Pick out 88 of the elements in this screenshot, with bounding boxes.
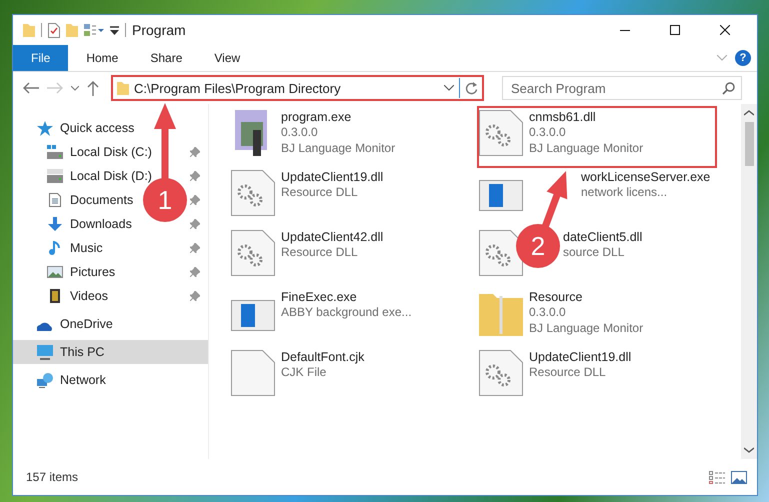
gear-file-icon[interactable] [479,110,523,156]
window-title: Program [132,22,186,38]
sidebar-item[interactable]: Pictures [70,265,116,279]
sidebar-item[interactable]: OneDrive [60,317,113,331]
sidebar-item[interactable]: Local Disk (D:) [70,169,152,183]
file-name[interactable]: Resource [529,290,644,304]
network-icon [37,372,53,388]
gear-file-icon[interactable] [231,230,275,276]
large-icons-view-icon[interactable] [731,470,747,484]
file-detail: BJ Language Monitor [529,140,644,156]
system-drive-icon [47,145,63,159]
file-detail: BJ Language Monitor [529,320,644,336]
sidebar-item[interactable]: Music [70,241,103,255]
star-icon [37,120,53,136]
ribbon-tab[interactable]: View [200,45,254,71]
gear-file-icon[interactable] [479,230,523,276]
step-number: 1 [158,185,172,215]
computer-icon [37,344,53,360]
file-detail: Resource DLL [281,184,359,200]
scrollbar-thumb[interactable] [744,122,754,166]
customize-dropdown-icon[interactable] [110,26,119,34]
file-detail: Resource DLL [281,244,359,260]
gear-file-icon[interactable] [231,170,275,216]
file-detail: BJ Language Monitor [281,140,396,156]
file-name[interactable]: cnmsb61.dll [529,110,644,124]
file-name[interactable]: UpdateClient19.dll [529,350,632,364]
file-detail: 0.3.0.0 [529,304,567,320]
file-name[interactable]: UpdateClient19.dll [281,170,384,184]
pin-icon[interactable] [190,195,200,205]
ribbon-tab[interactable]: File [13,45,68,71]
file-name[interactable]: FineExec.exe [281,290,412,304]
drive-icon [47,169,63,183]
pin-icon[interactable] [190,147,200,157]
music-icon [47,241,63,255]
folder-icon [117,82,129,94]
sidebar-item[interactable]: Videos [70,289,108,303]
chevron-down-icon[interactable] [444,85,454,91]
pin-icon[interactable] [190,267,200,277]
maximize-icon [670,25,680,35]
file-detail: network licens... [581,184,668,200]
file-detail: CJK File [281,364,328,380]
recent-dropdown-icon[interactable] [71,86,79,90]
file-name[interactable]: program.exe [281,110,396,124]
sidebar-item[interactable]: Quick access [60,121,134,135]
sidebar-item[interactable]: Local Disk (C:) [70,145,152,159]
back-arrow-icon[interactable] [23,82,39,94]
video-icon [47,289,63,303]
file-name[interactable]: DefaultFont.cjk [281,350,364,364]
refresh-icon[interactable] [465,82,478,94]
pin-icon[interactable] [190,243,200,253]
sidebar-item[interactable]: This PC [13,340,208,364]
file-detail: Resource DLL [529,364,607,380]
arrow [542,171,568,228]
pin-icon[interactable] [190,291,200,301]
gear-file-icon[interactable] [479,350,523,396]
close-icon [720,25,730,35]
file-detail: 0.3.0.0 [529,124,567,140]
step-marker [516,224,560,268]
address-bar[interactable]: C:\Program Files\Program Directory [111,75,484,101]
step-number: 2 [530,231,546,261]
file-detail: source DLL [563,244,626,260]
ribbon-tab[interactable]: Share [136,45,196,71]
view-dropdown-icon[interactable] [84,24,104,36]
scroll-up-icon[interactable] [744,110,754,116]
file-name[interactable]: UpdateClient42.dll [281,230,384,244]
file-name[interactable]: workLicenseServer.exe [581,170,710,184]
ribbon-tab[interactable]: Home [72,45,132,71]
scrollbar[interactable] [741,104,757,459]
details-view-icon[interactable] [709,470,725,484]
pin-icon[interactable] [190,171,200,181]
up-arrow-icon[interactable] [87,80,99,96]
file-detail: 0.3.0.0 [281,124,319,140]
document-icon [47,193,63,207]
blank-file-icon[interactable] [231,350,275,396]
file-detail: ABBY background exe... [281,304,412,320]
sidebar-item[interactable]: Downloads [70,217,132,231]
picture-icon [47,265,63,279]
item-count: 157 items [26,470,78,484]
help-button[interactable]: ? [735,50,751,66]
scroll-down-icon[interactable] [744,447,754,453]
search-field[interactable]: Search Program [502,76,742,100]
sidebar-item[interactable]: Documents [70,193,134,207]
file-name[interactable]: dateClient5.dll [563,230,642,244]
download-icon [47,217,63,231]
address-path: C:\Program Files\Program Directory [134,80,341,96]
pin-icon[interactable] [190,219,200,229]
sidebar-item[interactable]: Network [60,373,106,387]
properties-icon[interactable] [48,22,60,38]
